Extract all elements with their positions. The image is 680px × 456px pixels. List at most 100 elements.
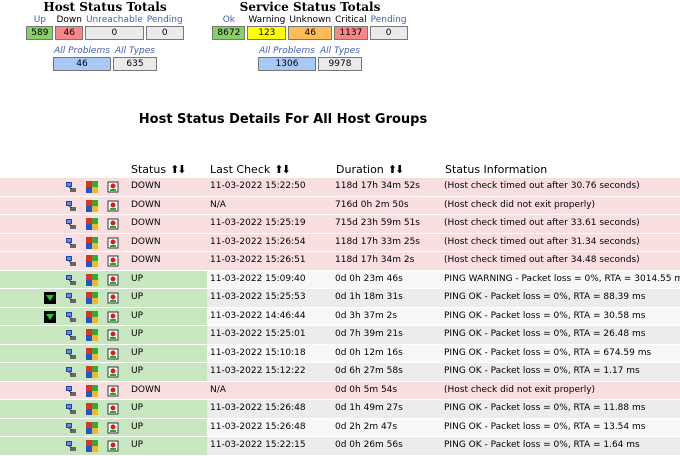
status-map-icon[interactable]: [107, 440, 119, 452]
status-column-header[interactable]: Status ⬆⬇: [131, 163, 187, 176]
sort-arrows-icon[interactable]: ⬆⬇: [170, 163, 187, 176]
status-map-icon[interactable]: [107, 422, 119, 434]
host-status-table: DOWN 11-03-2022 15:22:50 118d 17h 34m 52…: [0, 178, 680, 456]
host-icons-cell: [0, 344, 128, 362]
network-host-icon[interactable]: [65, 366, 77, 378]
host-unreachable-header[interactable]: Unreachable: [85, 14, 144, 26]
status-map-icon[interactable]: [107, 403, 119, 415]
status-information-cell: (Host check did not exit properly): [442, 196, 680, 214]
service-grid-icon[interactable]: [86, 181, 98, 193]
service-critical-header[interactable]: Critical: [334, 14, 367, 26]
host-status-cell: UP: [128, 400, 209, 418]
host-icons-cell: [0, 215, 128, 233]
service-unknown-count[interactable]: 46: [288, 26, 333, 40]
service-grid-icon[interactable]: [86, 440, 98, 452]
last-check-cell: 11-03-2022 15:26:54: [207, 233, 335, 251]
host-status-cell: DOWN: [128, 215, 209, 233]
service-ok-header[interactable]: Ok: [212, 14, 245, 26]
table-row: DOWN N/A 716d 0h 2m 50s (Host check did …: [0, 196, 680, 215]
service-grid-icon[interactable]: [86, 329, 98, 341]
host-all-types-label[interactable]: All Types: [113, 45, 157, 57]
down-arrow-icon[interactable]: [44, 292, 56, 304]
host-all-problems-count[interactable]: 46: [53, 57, 111, 71]
network-host-icon[interactable]: [65, 329, 77, 341]
network-host-icon[interactable]: [65, 218, 77, 230]
service-unknown-header[interactable]: Unknown: [288, 14, 332, 26]
service-grid-icon[interactable]: [86, 236, 98, 249]
status-map-icon[interactable]: [107, 348, 119, 360]
status-map-icon[interactable]: [107, 385, 119, 397]
service-grid-icon[interactable]: [86, 273, 98, 286]
status-map-icon[interactable]: [107, 255, 119, 267]
service-grid-icon[interactable]: [86, 218, 98, 230]
status-information-cell: PING OK - Packet loss = 0%, RTA = 13.54 …: [442, 418, 680, 436]
host-problems-table: All Problems All Types 46 635: [51, 45, 159, 71]
table-row: DOWN 11-03-2022 15:22:50 118d 17h 34m 52…: [0, 178, 680, 197]
duration-column-header[interactable]: Duration ⬆⬇: [336, 163, 405, 176]
network-host-icon[interactable]: [65, 237, 77, 249]
service-all-types-label[interactable]: All Types: [318, 45, 362, 57]
network-host-icon[interactable]: [65, 348, 77, 360]
host-down-header[interactable]: Down: [55, 14, 83, 26]
service-ok-count[interactable]: 8672: [212, 26, 246, 40]
service-all-problems-count[interactable]: 1306: [258, 57, 316, 71]
status-map-icon[interactable]: [107, 329, 119, 341]
last-check-cell: 11-03-2022 15:12:22: [207, 363, 335, 381]
network-host-icon[interactable]: [65, 385, 77, 397]
host-up-header[interactable]: Up: [26, 14, 53, 26]
host-status-cell: DOWN: [128, 381, 209, 399]
status-information-cell: (Host check timed out after 30.76 second…: [442, 178, 680, 196]
host-unreachable-count[interactable]: 0: [84, 26, 144, 40]
service-critical-count[interactable]: 1137: [334, 26, 368, 40]
host-pending-count[interactable]: 0: [145, 26, 184, 40]
service-pending-header[interactable]: Pending: [370, 14, 408, 26]
network-host-icon[interactable]: [65, 403, 77, 415]
last-check-cell: 11-03-2022 15:25:19: [207, 215, 335, 233]
host-icons-cell: [0, 252, 128, 270]
network-host-icon[interactable]: [65, 274, 77, 286]
service-grid-icon[interactable]: [86, 199, 98, 212]
host-all-types-count[interactable]: 635: [113, 57, 157, 71]
sort-arrows-icon[interactable]: ⬆⬇: [274, 163, 291, 176]
service-grid-icon[interactable]: [86, 255, 98, 267]
service-grid-icon[interactable]: [86, 366, 98, 378]
service-pending-count[interactable]: 0: [369, 26, 408, 40]
status-map-icon[interactable]: [107, 181, 119, 193]
status-map-icon[interactable]: [107, 200, 119, 212]
duration-cell: 118d 17h 34m 2s: [332, 252, 445, 270]
down-arrow-icon[interactable]: [44, 310, 56, 323]
status-map-icon[interactable]: [107, 311, 119, 323]
network-host-icon[interactable]: [65, 255, 77, 267]
network-host-icon[interactable]: [65, 200, 77, 212]
duration-cell: 0d 7h 39m 21s: [332, 326, 445, 344]
network-host-icon[interactable]: [65, 311, 77, 323]
service-grid-icon[interactable]: [86, 421, 98, 434]
last-check-column-header[interactable]: Last Check ⬆⬇: [210, 163, 291, 176]
host-down-count[interactable]: 46: [55, 26, 83, 40]
service-grid-icon[interactable]: [86, 403, 98, 415]
network-host-icon[interactable]: [65, 422, 77, 434]
network-host-icon[interactable]: [65, 292, 77, 304]
status-map-icon[interactable]: [107, 218, 119, 230]
status-map-icon[interactable]: [107, 292, 119, 304]
service-all-types-count[interactable]: 9978: [318, 57, 362, 71]
service-warning-count[interactable]: 123: [247, 26, 287, 40]
service-grid-icon[interactable]: [86, 292, 98, 304]
host-pending-header[interactable]: Pending: [146, 14, 184, 26]
status-map-icon[interactable]: [107, 274, 119, 286]
host-all-problems-label[interactable]: All Problems: [53, 45, 111, 57]
network-host-icon[interactable]: [65, 440, 77, 452]
service-all-problems-label[interactable]: All Problems: [258, 45, 316, 57]
table-row: DOWN 11-03-2022 15:26:54 118d 17h 33m 25…: [0, 233, 680, 252]
service-warning-header[interactable]: Warning: [247, 14, 286, 26]
sort-arrows-icon[interactable]: ⬆⬇: [388, 163, 405, 176]
host-up-count[interactable]: 589: [26, 26, 54, 40]
status-map-icon[interactable]: [107, 366, 119, 378]
status-map-icon[interactable]: [107, 237, 119, 249]
network-host-icon[interactable]: [65, 181, 77, 193]
host-icons-cell: [0, 400, 128, 418]
service-problems-table: All Problems All Types 1306 9978: [256, 45, 364, 71]
service-grid-icon[interactable]: [86, 384, 98, 397]
service-grid-icon[interactable]: [86, 347, 98, 360]
service-grid-icon[interactable]: [86, 310, 98, 323]
